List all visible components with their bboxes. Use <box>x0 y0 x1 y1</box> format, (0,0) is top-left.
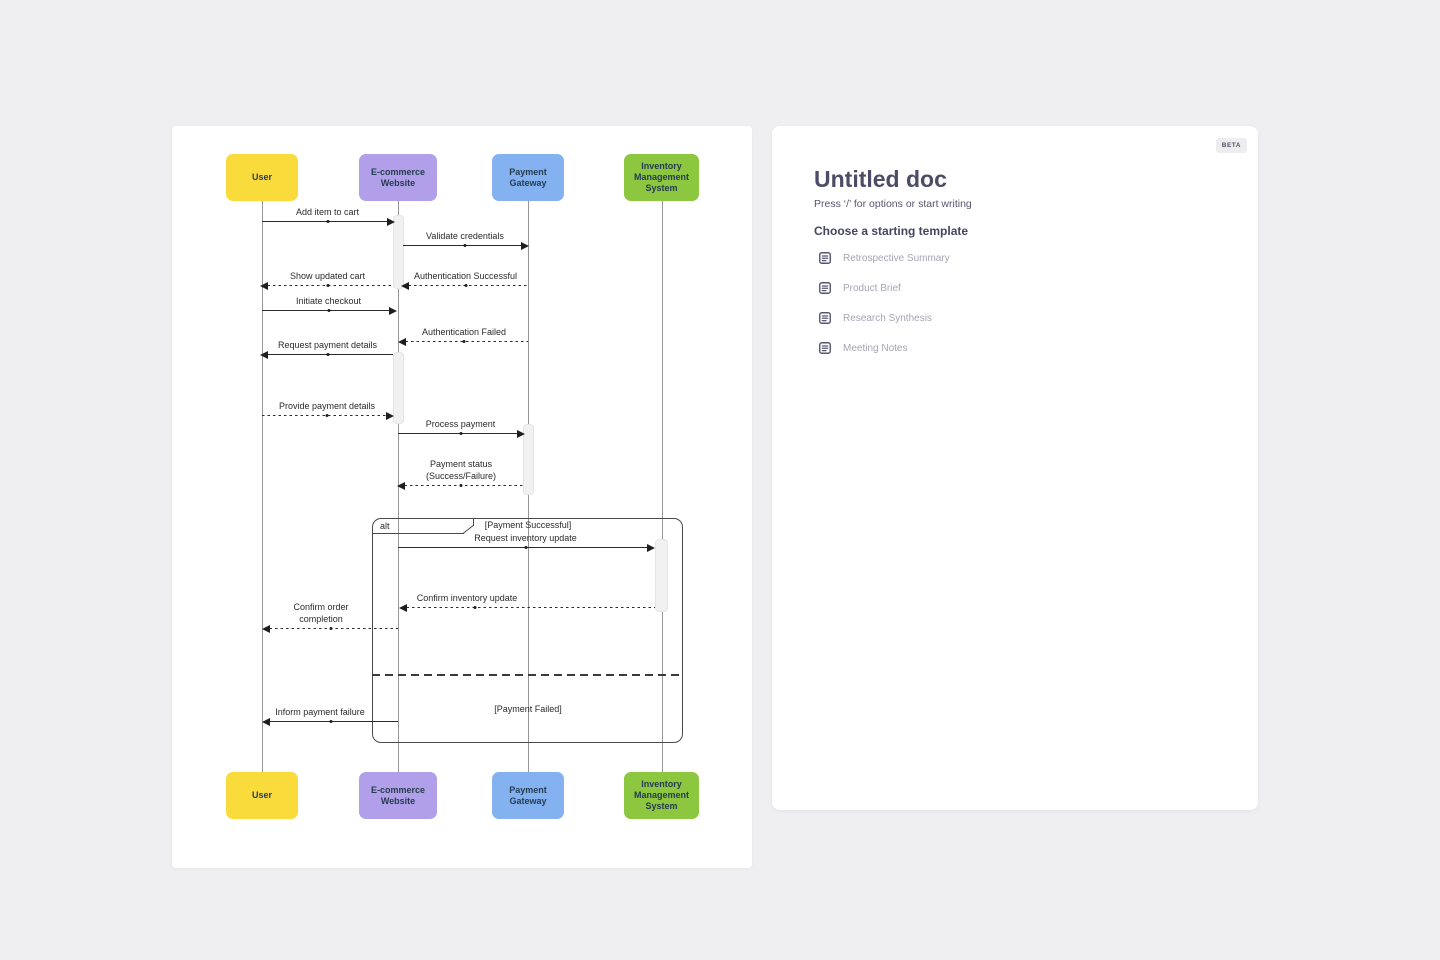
template-label: Product Brief <box>843 282 901 294</box>
document-icon <box>819 252 831 264</box>
arrowhead-right-icon <box>517 430 525 438</box>
guard-payment-successful: [Payment Successful] <box>484 520 572 530</box>
actor-inventory-top[interactable]: Inventory Management System <box>624 154 699 201</box>
actor-payment-top[interactable]: Payment Gateway <box>492 154 564 201</box>
doc-title[interactable]: Untitled doc <box>814 166 947 193</box>
arrowhead-right-icon <box>387 218 395 226</box>
doc-panel[interactable]: BETA Untitled doc Press ‘/’ for options … <box>772 126 1258 810</box>
arrowhead-left-icon <box>262 718 270 726</box>
guard-payment-failed: [Payment Failed] <box>494 704 562 714</box>
document-icon <box>819 282 831 294</box>
templates-heading: Choose a starting template <box>814 224 969 238</box>
midpoint-dot <box>329 720 333 724</box>
actor-ecommerce-top[interactable]: E-commerce Website <box>359 154 437 201</box>
midpoint-dot <box>459 432 462 436</box>
message-line <box>401 607 655 609</box>
template-label: Retrospective Summary <box>843 252 950 264</box>
midpoint-dot <box>326 353 329 357</box>
midpoint-dot <box>329 627 333 631</box>
actor-user-bottom[interactable]: User <box>226 772 298 819</box>
arrowhead-right-icon <box>647 544 655 552</box>
midpoint-dot <box>464 284 467 288</box>
alt-tab-right-edge <box>473 518 474 526</box>
actor-ecommerce-bottom[interactable]: E-commerce Website <box>359 772 437 819</box>
midpoint-dot <box>325 414 329 418</box>
beta-badge: BETA <box>1215 138 1247 153</box>
arrowhead-right-icon <box>386 412 394 420</box>
actor-user-top[interactable]: User <box>226 154 298 201</box>
alt-divider <box>372 674 683 676</box>
midpoint-dot <box>462 340 466 344</box>
template-product-brief[interactable]: Product Brief <box>818 278 901 298</box>
arrowhead-left-icon <box>398 338 406 346</box>
template-meeting-notes[interactable]: Meeting Notes <box>818 338 907 358</box>
arrowhead-left-icon <box>262 625 270 633</box>
document-icon <box>819 342 831 354</box>
arrowhead-right-icon <box>521 242 529 250</box>
template-label: Meeting Notes <box>843 342 908 354</box>
alt-tab-bottom-edge <box>372 533 464 534</box>
app-background: alt [Payment Successful] [Payment Failed… <box>0 0 1440 960</box>
arrowhead-left-icon <box>397 482 405 490</box>
template-retrospective-summary[interactable]: Retrospective Summary <box>818 248 950 268</box>
actor-inventory-bottom[interactable]: Inventory Management System <box>624 772 699 819</box>
midpoint-dot <box>459 484 463 488</box>
alt-operator-label: alt <box>380 521 390 531</box>
arrowhead-left-icon <box>260 351 268 359</box>
template-research-synthesis[interactable]: Research Synthesis <box>818 308 932 328</box>
arrowhead-right-icon <box>389 307 397 315</box>
arrowhead-left-icon <box>260 282 268 290</box>
midpoint-dot <box>326 284 329 288</box>
diagram-canvas[interactable]: alt [Payment Successful] [Payment Failed… <box>172 126 752 868</box>
arrowhead-left-icon <box>401 282 409 290</box>
midpoint-dot <box>463 244 467 248</box>
midpoint-dot <box>327 309 330 313</box>
activation-bar-ecommerce-2 <box>393 352 404 424</box>
activation-bar-ecommerce-1 <box>393 215 404 289</box>
actor-payment-bottom[interactable]: Payment Gateway <box>492 772 564 819</box>
midpoint-dot <box>326 220 329 224</box>
midpoint-dot <box>473 606 477 610</box>
template-label: Research Synthesis <box>843 312 932 324</box>
editor-placeholder[interactable]: Press ‘/’ for options or start writing <box>814 198 972 210</box>
document-icon <box>819 312 831 324</box>
midpoint-dot <box>524 546 527 550</box>
arrowhead-left-icon <box>399 604 407 612</box>
